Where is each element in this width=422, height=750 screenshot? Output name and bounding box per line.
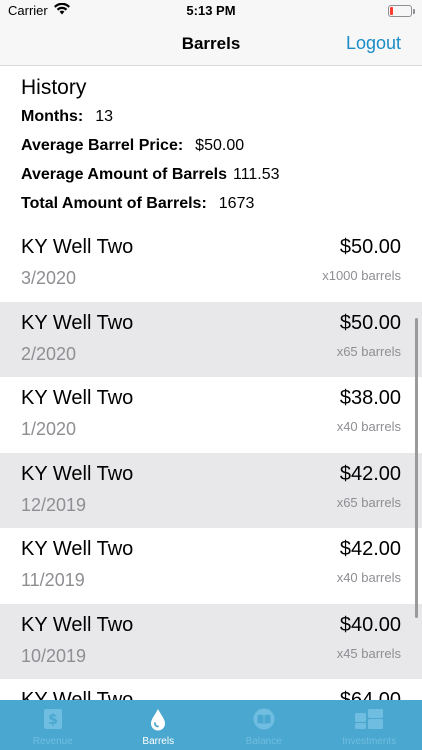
tab-balance[interactable]: Balance <box>211 700 317 750</box>
book-icon <box>252 708 276 735</box>
row-date: 1/2020 <box>21 419 77 439</box>
row-price: $40.00 <box>339 613 401 636</box>
logout-button[interactable]: Logout <box>346 33 401 54</box>
well-name: KY Well Two <box>21 538 134 560</box>
row-date: 12/2019 <box>21 494 87 515</box>
list-item[interactable]: KY Well Two $64.00 <box>0 679 422 700</box>
row-date: 11/2019 <box>21 570 85 590</box>
well-name: KY Well Two <box>21 613 134 636</box>
dashboard-icon <box>354 708 384 735</box>
row-date: 2/2020 <box>21 343 77 364</box>
row-quantity: x45 barrels <box>336 645 401 661</box>
total-label: Total Amount of Barrels: <box>21 195 207 212</box>
tab-barrels-label: Barrels <box>142 736 175 747</box>
total-stat: Total Amount of Barrels: 1673 <box>21 195 254 213</box>
row-date: 10/2019 <box>21 645 87 666</box>
avg-price-label: Average Barrel Price: <box>21 137 184 154</box>
list-item[interactable]: KY Well Two 3/2020 $50.00 x1000 barrels <box>0 226 422 302</box>
drop-icon <box>147 708 169 737</box>
tab-balance-label: Balance <box>245 736 282 747</box>
tab-investments-label: Investments <box>342 736 397 747</box>
row-price: $42.00 <box>339 538 401 560</box>
row-quantity: x65 barrels <box>336 343 401 359</box>
tab-bar: $ Revenue Barrels Balance Investments <box>0 700 422 750</box>
list-item[interactable]: KY Well Two 2/2020 $50.00 x65 barrels <box>0 301 422 377</box>
well-name: KY Well Two <box>21 387 134 409</box>
tab-investments[interactable]: Investments <box>317 700 422 750</box>
row-quantity: x65 barrels <box>336 494 401 510</box>
avg-price-value: $50.00 <box>195 137 245 154</box>
avg-amount-stat: Average Amount of Barrels 111.53 <box>21 166 280 184</box>
list-item[interactable]: KY Well Two 1/2020 $38.00 x40 barrels <box>0 377 422 453</box>
well-name: KY Well Two <box>21 462 134 485</box>
total-value: 1673 <box>218 195 255 212</box>
status-time: 5:13 PM <box>186 3 236 18</box>
row-price: $50.00 <box>339 311 401 334</box>
row-quantity: x1000 barrels <box>322 268 401 283</box>
avg-price-stat: Average Barrel Price: $50.00 <box>21 137 244 155</box>
row-price: $38.00 <box>339 387 401 409</box>
scroll-indicator[interactable] <box>415 318 418 618</box>
barrel-history-list[interactable]: KY Well Two 3/2020 $50.00 x1000 barrels … <box>0 226 422 700</box>
dollar-icon: $ <box>42 708 64 735</box>
row-price: $64.00 <box>339 689 401 700</box>
tab-barrels[interactable]: Barrels <box>106 700 212 750</box>
well-name: KY Well Two <box>21 236 134 258</box>
list-item[interactable]: KY Well Two 12/2019 $42.00 x65 barrels <box>0 452 422 528</box>
months-value: 13 <box>95 108 113 125</box>
row-quantity: x40 barrels <box>336 419 401 434</box>
list-item[interactable]: KY Well Two 11/2019 $42.00 x40 barrels <box>0 528 422 604</box>
navigation-bar: Barrels Logout <box>0 22 422 66</box>
tab-revenue[interactable]: $ Revenue <box>0 700 106 750</box>
list-item[interactable]: KY Well Two 10/2019 $40.00 x45 barrels <box>0 603 422 679</box>
svg-text:$: $ <box>48 712 58 728</box>
row-price: $50.00 <box>339 236 401 258</box>
battery-icon <box>388 5 415 17</box>
months-label: Months: <box>21 108 84 125</box>
avg-amount-label: Average Amount of Barrels <box>21 166 227 183</box>
status-bar: Carrier 5:13 PM <box>0 0 422 22</box>
row-date: 3/2020 <box>21 268 77 288</box>
history-summary: History Months: 13 Average Barrel Price: $… <box>0 66 422 226</box>
row-price: $42.00 <box>339 462 401 485</box>
well-name: KY Well Two <box>21 311 134 334</box>
well-name: KY Well Two <box>21 689 134 700</box>
row-quantity: x40 barrels <box>336 570 401 585</box>
history-title: History <box>21 76 87 99</box>
months-stat: Months: 13 <box>21 108 113 126</box>
avg-amount-value: 111.53 <box>232 166 280 183</box>
tab-revenue-label: Revenue <box>32 736 73 747</box>
